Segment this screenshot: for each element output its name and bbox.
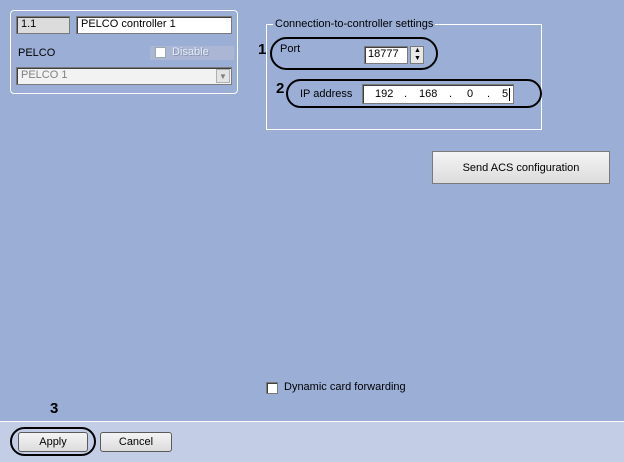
send-acs-configuration-button[interactable]: Send ACS configuration — [432, 151, 610, 184]
spinner-down-icon[interactable]: ▼ — [414, 55, 421, 62]
callout-number-3: 3 — [50, 400, 59, 417]
parent-select[interactable]: PELCO 1 ▼ — [16, 67, 232, 85]
port-spinner[interactable]: ▲ ▼ — [410, 46, 424, 64]
ip-label: IP address — [300, 88, 353, 100]
dynamic-card-forwarding-label: Dynamic card forwarding — [284, 381, 406, 393]
connection-group-title: Connection-to-controller settings — [273, 18, 436, 30]
footer-bar — [0, 421, 624, 462]
disable-checkbox[interactable]: Disable — [150, 46, 234, 60]
connection-group — [266, 24, 542, 130]
ip-address-field[interactable]: 192 . 168 . 0 . 5 — [362, 84, 514, 104]
object-name-field[interactable]: PELCO controller 1 — [76, 16, 232, 34]
port-value: 18777 — [368, 48, 399, 60]
ip-octet-2[interactable]: 168 — [419, 88, 437, 100]
callout-number-2: 2 — [276, 80, 285, 97]
ip-octet-1[interactable]: 192 — [375, 88, 393, 100]
disable-checkbox-box — [155, 47, 166, 58]
object-id-text: 1.1 — [21, 18, 37, 30]
ip-octet-3[interactable]: 0 — [467, 88, 473, 100]
spinner-up-icon[interactable]: ▲ — [414, 47, 421, 54]
object-name-text: PELCO controller 1 — [81, 18, 176, 30]
ip-dot: . — [449, 88, 453, 100]
ip-dot: . — [404, 88, 408, 100]
port-label: Port — [280, 43, 301, 55]
disable-checkbox-label: Disable — [172, 46, 209, 58]
dynamic-card-forwarding-box[interactable] — [266, 382, 278, 394]
parent-select-value: PELCO 1 — [21, 69, 68, 81]
ip-octet-4[interactable]: 5 — [502, 88, 508, 100]
port-field[interactable]: 18777 — [364, 46, 408, 64]
object-id-field[interactable]: 1.1 — [16, 16, 70, 34]
chevron-down-icon[interactable]: ▼ — [216, 69, 230, 83]
dynamic-card-forwarding-checkbox[interactable]: Dynamic card forwarding — [266, 380, 426, 396]
callout-number-1: 1 — [258, 41, 267, 58]
cancel-button[interactable]: Cancel — [100, 432, 172, 452]
apply-button[interactable]: Apply — [18, 432, 88, 452]
text-cursor — [509, 88, 510, 101]
object-type-label: PELCO — [18, 47, 56, 59]
ip-dot: . — [487, 88, 491, 100]
